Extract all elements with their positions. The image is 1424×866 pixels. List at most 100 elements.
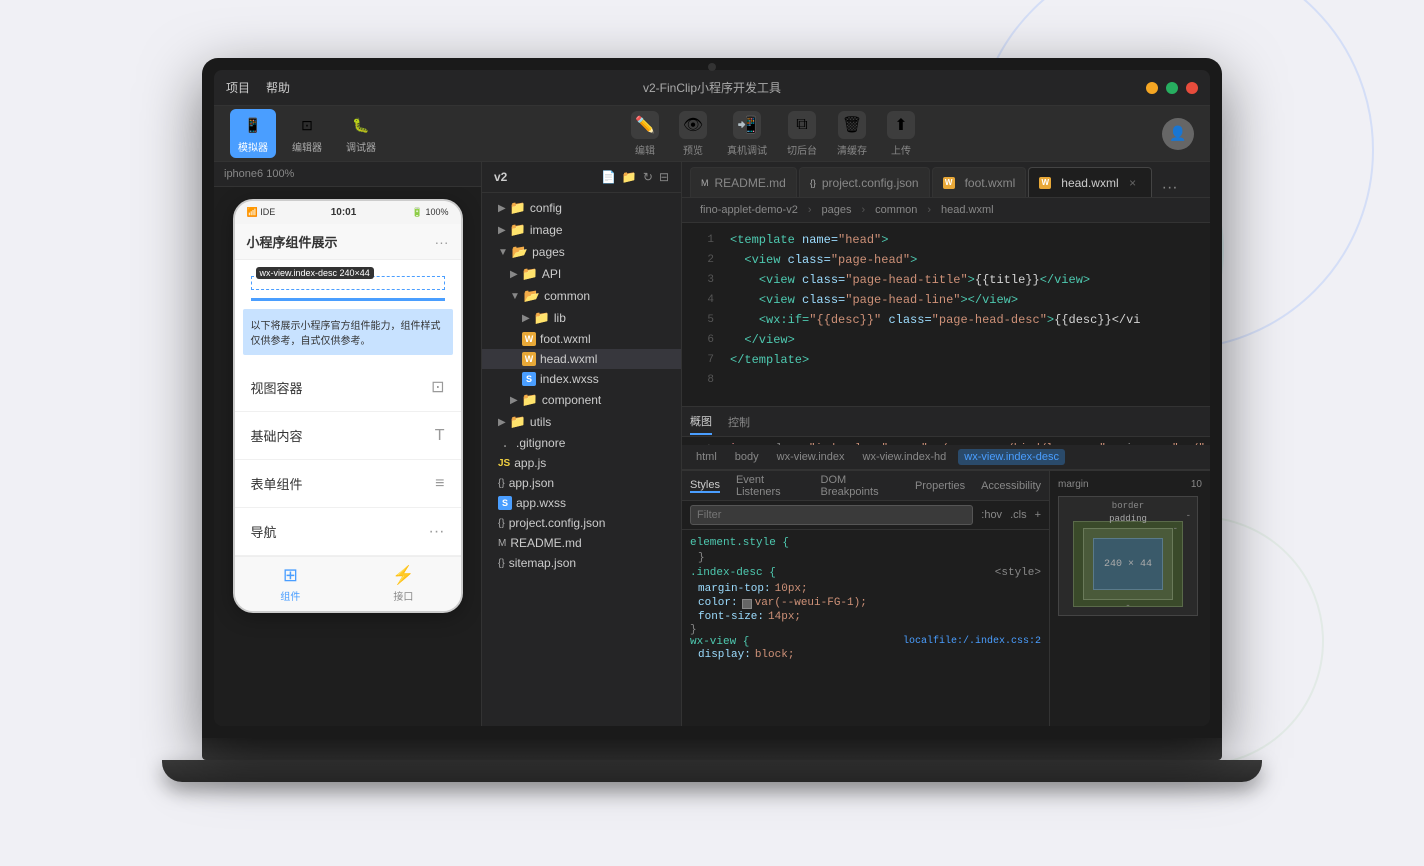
folder-icon-api: 📁 [522,266,538,282]
action-edit[interactable]: ✏️ 编辑 [631,111,659,157]
tab-project-config[interactable]: {} project.config.json [799,167,930,197]
el-crumb-body[interactable]: body [729,449,765,465]
line-content-2: <view class="page-head"> [730,251,917,270]
phone-menu-label-0: 视图容器 [251,378,303,397]
action-device-debug[interactable]: 📲 真机调试 [727,111,767,157]
phone-text-block: 以下将展示小程序官方组件能力，组件样式仅供参考，自式仅供参考。 [243,309,453,355]
el-crumb-wx-view-hd[interactable]: wx-view.index-hd [857,449,953,465]
tree-item-api[interactable]: ▶ 📁 API [482,263,681,285]
style-rule-index-desc-close: } [690,624,1041,636]
toolbar-debugger-btn[interactable]: 🐛 调试器 [338,109,384,158]
upload-icon: ⬆ [887,111,915,139]
collapse-icon[interactable]: ⊟ [659,170,669,184]
line-content-3: <view class="page-head-title">{{title}}<… [730,271,1090,290]
breadcrumb-item-0[interactable]: fino-applet-demo-v2 [694,202,804,218]
file-icon-gitignore: . [498,436,512,450]
styles-tab-dom-breakpoints[interactable]: DOM Breakpoints [821,474,899,498]
window-close[interactable] [1186,82,1198,94]
status-time: 10:01 [331,207,357,218]
action-background[interactable]: ⧉ 切后台 [787,111,817,157]
tab-readme[interactable]: M README.md [690,167,797,197]
window-maximize[interactable] [1166,82,1178,94]
sidebar-toolbar-icons: 📄 📁 ↻ ⊟ [601,170,669,184]
tree-label-head-wxml: head.wxml [540,352,597,366]
phone-menu-label-1: 基础内容 [251,426,303,445]
file-icon-index-wxss: S [522,372,536,386]
tree-item-image[interactable]: ▶ 📁 image [482,219,681,241]
styles-tab-styles[interactable]: Styles [690,479,720,493]
tree-item-pages[interactable]: ▼ 📂 pages [482,241,681,263]
toolbar-editor-btn[interactable]: ⊡ 编辑器 [284,109,330,158]
line-num-5: 5 [690,312,714,330]
tree-item-project-config[interactable]: {} project.config.json [482,513,681,533]
user-avatar[interactable]: 👤 [1162,118,1194,150]
styles-tab-properties[interactable]: Properties [915,480,965,492]
tree-item-gitignore[interactable]: . .gitignore [482,433,681,453]
device-debug-label: 真机调试 [727,142,767,157]
tree-item-sitemap[interactable]: {} sitemap.json [482,553,681,573]
tree-item-app-js[interactable]: JS app.js [482,453,681,473]
phone-tab-components[interactable]: ⊞ 组件 [280,565,300,603]
refresh-icon[interactable]: ↻ [643,170,653,184]
debugger-label: 调试器 [346,139,376,154]
window-minimize[interactable] [1146,82,1158,94]
tree-item-app-json[interactable]: {} app.json [482,473,681,493]
action-preview[interactable]: 👁 预览 [679,111,707,157]
tree-item-component[interactable]: ▶ 📁 component [482,389,681,411]
tree-item-app-wxss[interactable]: S app.wxss [482,493,681,513]
el-crumb-wx-view-index[interactable]: wx-view.index [771,449,851,465]
phone-menu-icon-2: ≡ [435,475,444,493]
panel-tab-overview[interactable]: 概图 [690,409,712,435]
phone-menu-dots[interactable]: ··· [435,234,449,250]
tree-item-common[interactable]: ▼ 📂 common [482,285,681,307]
styles-left: Styles Event Listeners DOM Breakpoints P… [682,471,1050,726]
class-filter-btn[interactable]: .cls [1010,509,1027,521]
styles-tab-accessibility[interactable]: Accessibility [981,480,1041,492]
tree-item-lib[interactable]: ▶ 📁 lib [482,307,681,329]
tab-close-head-wxml[interactable]: × [1125,175,1141,191]
tree-item-index-wxss[interactable]: S index.wxss [482,369,681,389]
menu-help[interactable]: 帮助 [266,79,290,96]
prop-val-font-size: 14px; [768,611,801,623]
file-icon-readme: M [498,538,506,549]
add-style-btn[interactable]: + [1035,509,1041,521]
code-line-5: 5 <wx:if="{{desc}}" class="page-head-des… [682,311,1210,331]
new-folder-icon[interactable]: 📁 [622,170,637,184]
tab-more-btn[interactable]: ··· [1162,179,1178,197]
api-tab-icon: ⚡ [392,565,414,586]
styles-filter-input[interactable] [690,505,973,525]
tree-item-foot-wxml[interactable]: W foot.wxml [482,329,681,349]
style-rule-index-desc-header: .index-desc { <style> [690,564,1041,582]
code-content[interactable]: 1 <template name="head"> 2 <view class="… [682,223,1210,406]
box-bottom-dash: - [1125,601,1130,611]
panel-tab-control[interactable]: 控制 [728,410,750,434]
phone-tab-api[interactable]: ⚡ 接口 [392,565,414,603]
tree-item-readme[interactable]: M README.md [482,533,681,553]
phone-highlighted-area: wx-view.index-desc 240×44 [235,260,461,301]
file-icon-sitemap: {} [498,558,505,569]
code-line-3: 3 <view class="page-head-title">{{title}… [682,271,1210,291]
action-upload[interactable]: ⬆ 上传 [887,111,915,157]
tab-foot-wxml[interactable]: W foot.wxml [932,167,1027,197]
tree-label-component: component [542,393,601,407]
style-source-wx-view[interactable]: localfile:/.index.css:2 [903,636,1041,648]
tree-item-head-wxml[interactable]: W head.wxml [482,349,681,369]
styles-tab-event-listeners[interactable]: Event Listeners [736,474,805,498]
tree-label-sitemap: sitemap.json [509,556,576,570]
breadcrumb-item-3[interactable]: head.wxml [935,202,1000,218]
tree-item-utils[interactable]: ▶ 📁 utils [482,411,681,433]
phone-menu-icon-1: T [435,427,445,445]
new-file-icon[interactable]: 📄 [601,170,616,184]
menu-project[interactable]: 项目 [226,79,250,96]
el-crumb-wx-view-desc[interactable]: wx-view.index-desc [958,449,1065,465]
breadcrumb-item-2[interactable]: common [869,202,923,218]
tab-head-wxml[interactable]: W head.wxml × [1028,167,1151,197]
toolbar-simulator-btn[interactable]: 📱 模拟器 [230,109,276,158]
phone-blue-indicator [251,298,445,301]
action-clear-cache[interactable]: 🗑 清缓存 [837,111,867,157]
hover-filter-btn[interactable]: :hov [981,509,1002,521]
tree-item-config[interactable]: ▶ 📁 config [482,197,681,219]
folder-icon-lib: 📁 [534,310,550,326]
el-crumb-html[interactable]: html [690,449,723,465]
breadcrumb-item-1[interactable]: pages [816,202,858,218]
